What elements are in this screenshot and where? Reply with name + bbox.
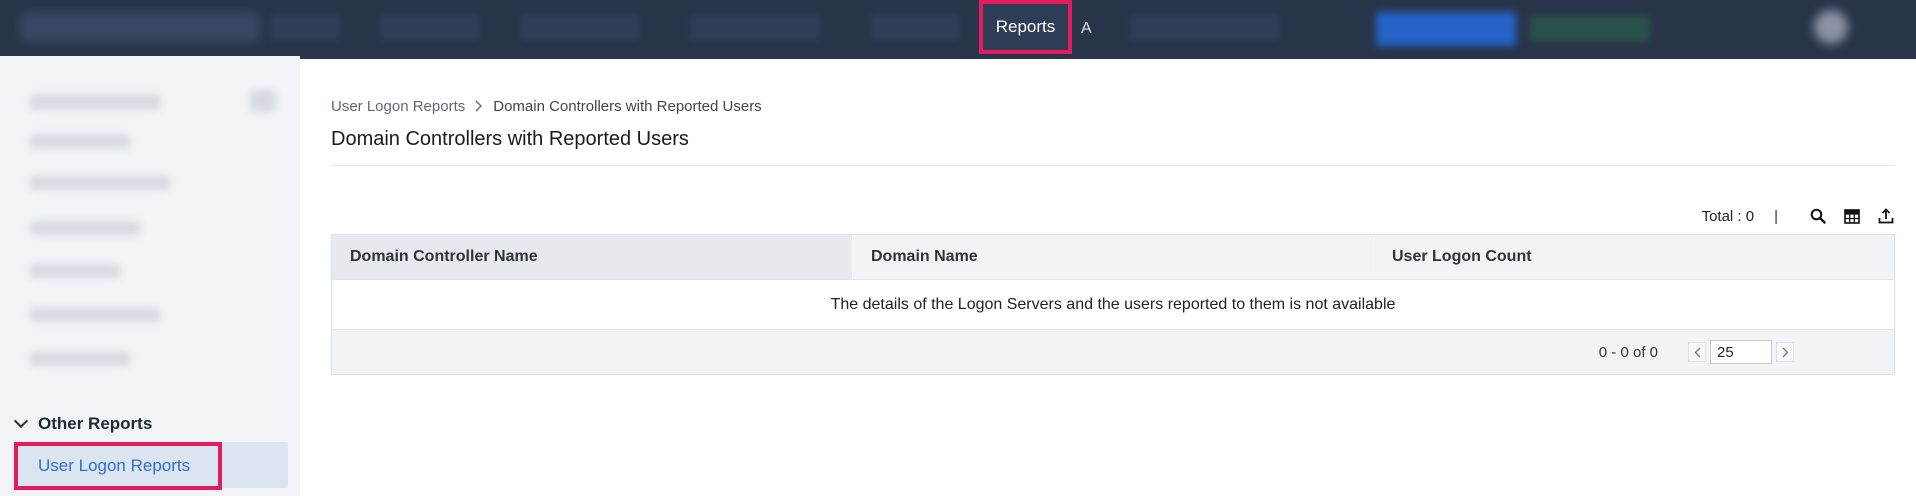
nav-tab-next-partial[interactable]: A	[1081, 20, 1092, 38]
sidebar-item-blurred[interactable]	[30, 221, 140, 235]
column-header-domain-name[interactable]: Domain Name	[853, 235, 1374, 279]
sidebar-toggle-blurred[interactable]	[250, 90, 276, 112]
total-count: Total : 0	[1701, 207, 1755, 225]
column-header-domain-controller-name[interactable]: Domain Controller Name	[332, 235, 853, 279]
nav-tab-blurred[interactable]	[520, 14, 640, 40]
nav-tab-blurred[interactable]	[870, 14, 960, 40]
grid-header-row: Domain Controller Name Domain Name User …	[332, 235, 1894, 279]
grid-toolbar: Total : 0 |	[1702, 206, 1896, 226]
header-underline	[280, 54, 1916, 59]
top-navigation-bar: Reports A	[0, 0, 1916, 56]
nav-tab-reports[interactable]: Reports	[979, 0, 1072, 54]
breadcrumb: User Logon Reports Domain Controllers wi…	[331, 98, 762, 115]
grid-pagination: 0 - 0 of 0	[332, 329, 1894, 374]
action-button-blurred[interactable]	[1530, 16, 1650, 42]
sidebar-item-blurred[interactable]	[30, 176, 170, 190]
breadcrumb-parent-link[interactable]: User Logon Reports	[331, 98, 465, 115]
chevron-left-icon[interactable]	[1688, 342, 1706, 362]
chevron-down-icon	[13, 413, 29, 429]
nav-tab-blurred[interactable]	[380, 14, 480, 40]
nav-tab-blurred[interactable]	[690, 14, 820, 40]
nav-tab-blurred[interactable]	[1130, 14, 1280, 40]
product-logo[interactable]	[20, 12, 260, 42]
table-columns-icon[interactable]	[1842, 206, 1862, 226]
sidebar-item-blurred[interactable]	[30, 134, 130, 148]
avatar[interactable]	[1814, 10, 1848, 44]
divider	[331, 165, 1895, 166]
toolbar-separator: |	[1774, 207, 1778, 225]
chevron-right-icon	[475, 99, 483, 115]
sidebar-section-blurred[interactable]	[30, 94, 160, 110]
pagination-range: 0 - 0 of 0	[1598, 343, 1658, 361]
report-grid: Domain Controller Name Domain Name User …	[331, 234, 1895, 375]
grid-empty-message: The details of the Logon Servers and the…	[332, 279, 1894, 329]
sidebar-item-blurred[interactable]	[30, 264, 120, 278]
sidebar-item-user-logon-reports[interactable]: User Logon Reports	[14, 442, 222, 490]
page-size-input[interactable]	[1710, 340, 1772, 364]
column-header-user-logon-count[interactable]: User Logon Count	[1374, 235, 1894, 279]
sidebar-section-label: Other Reports	[38, 414, 153, 433]
nav-tab-reports-label: Reports	[995, 17, 1056, 36]
export-icon[interactable]	[1876, 206, 1896, 226]
chevron-right-icon[interactable]	[1776, 342, 1794, 362]
sidebar-item-blurred[interactable]	[30, 352, 130, 366]
sidebar-item-blurred[interactable]	[30, 308, 160, 322]
sidebar: Other Reports User Logon Reports	[0, 56, 300, 496]
action-button-blurred[interactable]	[1376, 12, 1516, 46]
page-title: Domain Controllers with Reported Users	[331, 128, 689, 150]
nav-tab-blurred[interactable]	[270, 14, 340, 40]
sidebar-section-other-reports[interactable]: Other Reports	[12, 413, 153, 434]
search-icon[interactable]	[1808, 206, 1828, 226]
sidebar-item-label: User Logon Reports	[38, 456, 191, 475]
breadcrumb-current: Domain Controllers with Reported Users	[493, 98, 762, 115]
